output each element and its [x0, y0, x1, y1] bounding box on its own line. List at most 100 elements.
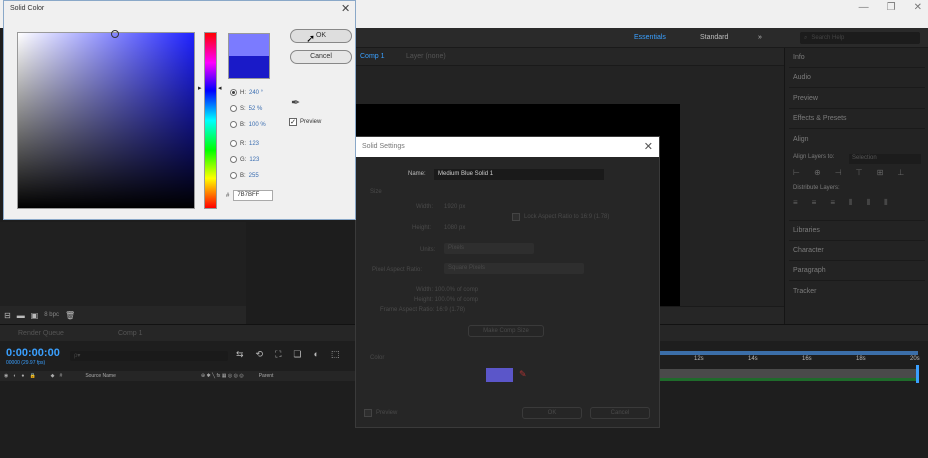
brightness-radio[interactable]: [230, 121, 237, 128]
label-icon: ◆: [50, 373, 55, 379]
red-radio[interactable]: [230, 140, 237, 147]
green-radio[interactable]: [230, 156, 237, 163]
width-value[interactable]: 1920 px: [444, 204, 465, 210]
time-navigator[interactable]: [660, 351, 918, 355]
tab-comp[interactable]: Comp 1: [360, 53, 385, 60]
saturation-value[interactable]: 52 %: [249, 106, 263, 112]
search-icon: ⌕: [804, 34, 808, 41]
saturation-key: S:: [240, 105, 246, 112]
divider: [789, 87, 925, 88]
blue-value[interactable]: 255: [249, 173, 259, 179]
close-icon[interactable]: ✕: [914, 2, 922, 13]
close-icon[interactable]: ✕: [644, 140, 653, 153]
maximize-icon[interactable]: ❐: [887, 2, 896, 13]
solid-settings-title: Solid Settings: [356, 137, 659, 157]
current-time[interactable]: 0:00:00:00: [6, 347, 60, 359]
original-color-preview[interactable]: [228, 56, 270, 79]
align-to-select[interactable]: Selection: [849, 154, 921, 164]
hex-input[interactable]: 7B7BFF: [233, 190, 274, 201]
comp-mini-flowchart-icon[interactable]: ⇆: [236, 349, 244, 360]
workspace-toolbar: Essentials Standard » ⌕ Search Help: [356, 28, 928, 48]
trash-icon[interactable]: 🗑: [65, 311, 75, 320]
brightness-value[interactable]: 100 %: [249, 122, 266, 128]
cancel-button[interactable]: Cancel: [290, 50, 352, 64]
eyedropper-icon[interactable]: ✒: [291, 96, 300, 109]
info-width: Width: 100.0% of comp: [416, 287, 479, 293]
dist-left-icon: ⦀: [849, 198, 853, 207]
red-value[interactable]: 123: [249, 141, 259, 147]
dist-hcenter-icon: ⦀: [866, 198, 871, 207]
ss-ok-button[interactable]: OK: [522, 407, 582, 419]
brightness-row: B: 100 %: [230, 121, 266, 128]
shy-icon[interactable]: ⛶: [275, 349, 281, 360]
panel-audio[interactable]: Audio: [793, 74, 811, 81]
solid-color-swatch[interactable]: [486, 368, 513, 382]
hue-radio[interactable]: [230, 89, 237, 96]
new-folder-icon[interactable]: ▬: [17, 311, 25, 320]
hue-slider[interactable]: [204, 32, 217, 209]
align-buttons[interactable]: ⊢ ⊕ ⊣ ⊤ ⊞ ⊥: [793, 168, 904, 177]
timeline-search-input[interactable]: ρ▾: [70, 351, 228, 361]
col-parent[interactable]: Parent: [259, 373, 274, 379]
ss-cancel-button[interactable]: Cancel: [590, 407, 650, 419]
height-value[interactable]: 1080 px: [444, 225, 465, 231]
frame-blend-icon[interactable]: ❏: [293, 349, 301, 360]
workspace-menu-icon[interactable]: »: [758, 34, 762, 41]
preview-label: Preview: [300, 119, 322, 125]
motion-blur-icon[interactable]: ◐: [313, 349, 318, 360]
timeline-switches: ⇆ ⟲ ⛶ ❏ ◐ ⬚: [236, 349, 339, 360]
hue-value[interactable]: 240 °: [249, 90, 263, 96]
preview-checkbox[interactable]: ✓: [289, 118, 297, 126]
current-time-indicator[interactable]: [916, 365, 919, 383]
green-key: G:: [240, 156, 247, 163]
green-value[interactable]: 123: [249, 157, 259, 163]
tab-timeline-comp[interactable]: Comp 1: [118, 330, 143, 337]
height-label: Height:: [412, 225, 432, 231]
interpret-footage-icon[interactable]: ⊟: [4, 311, 11, 320]
saturation-brightness-field[interactable]: [17, 32, 195, 209]
bpc-indicator[interactable]: 8 bpc: [44, 312, 59, 318]
par-select[interactable]: Square Pixels: [444, 263, 584, 274]
solid-color-title: Solid Color: [10, 5, 45, 12]
tab-render-queue[interactable]: Render Queue: [18, 330, 64, 337]
color-field-marker[interactable]: [111, 30, 119, 38]
units-select[interactable]: Pixels: [444, 243, 534, 254]
blue-radio[interactable]: [230, 172, 237, 179]
panel-character[interactable]: Character: [793, 247, 824, 254]
divider: [789, 260, 925, 261]
workspace-essentials[interactable]: Essentials: [634, 34, 666, 41]
panel-align[interactable]: Align: [793, 136, 809, 143]
panel-tracker[interactable]: Tracker: [793, 288, 816, 295]
hue-slider-left-arrow[interactable]: ▸: [198, 84, 202, 92]
solid-name-input[interactable]: Medium Blue Solid 1: [434, 169, 604, 180]
blue-key: B:: [240, 172, 246, 179]
preview-checkbox[interactable]: [364, 409, 372, 417]
new-comp-icon[interactable]: ▣: [31, 311, 39, 320]
ruler-tick: 14s: [748, 356, 758, 362]
par-label: Pixel Aspect Ratio:: [372, 267, 423, 273]
panel-libraries[interactable]: Libraries: [793, 227, 820, 234]
make-comp-size-button[interactable]: Make Comp Size: [468, 325, 544, 337]
saturation-radio[interactable]: [230, 105, 237, 112]
time-ruler[interactable]: 12s 14s 16s 18s 20s: [660, 351, 928, 369]
col-source-name[interactable]: Source Name: [85, 373, 116, 379]
lock-aspect-checkbox[interactable]: [512, 213, 520, 221]
workspace-standard[interactable]: Standard: [700, 34, 728, 41]
panel-info[interactable]: Info: [793, 54, 805, 61]
hue-slider-right-arrow[interactable]: ◂: [218, 84, 222, 92]
tab-layer[interactable]: Layer (none): [406, 53, 446, 60]
work-area-bar[interactable]: [660, 369, 918, 378]
help-search-input[interactable]: ⌕ Search Help: [800, 32, 920, 44]
panel-paragraph[interactable]: Paragraph: [793, 267, 826, 274]
close-icon[interactable]: ✕: [341, 2, 350, 15]
panel-preview[interactable]: Preview: [793, 95, 818, 102]
eyedropper-icon[interactable]: ✎: [519, 369, 527, 380]
ok-button[interactable]: OK: [290, 29, 352, 43]
lock-icon: 🔒: [29, 373, 36, 379]
graph-editor-icon[interactable]: ⬚: [331, 349, 340, 360]
distribute-buttons[interactable]: ≡ ≡ ≡ ⦀ ⦀ ⦀: [793, 198, 888, 208]
panel-effects[interactable]: Effects & Presets: [793, 115, 847, 122]
ruler-tick: 20s: [910, 356, 920, 362]
draft-3d-icon[interactable]: ⟲: [256, 349, 264, 360]
minimize-icon[interactable]: —: [859, 2, 869, 13]
